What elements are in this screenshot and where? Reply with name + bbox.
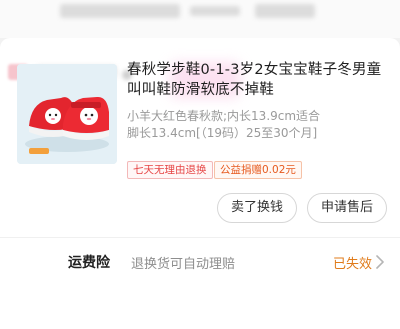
freight-insurance-description: 退换货可自动理赔 bbox=[131, 257, 236, 272]
divider bbox=[0, 237, 400, 238]
product-title[interactable]: 春秋学步鞋0-1-3岁2女宝宝鞋子冬男童叫叫鞋防滑软底不掉鞋 bbox=[127, 60, 389, 100]
blurred-header-text bbox=[60, 4, 180, 18]
return-policy-badge: 七天无理由退换 bbox=[127, 161, 213, 179]
blurred-header-text bbox=[255, 4, 315, 18]
product-thumbnail[interactable] bbox=[17, 64, 117, 164]
apply-aftersale-button[interactable]: 申请售后 bbox=[307, 193, 387, 223]
charity-badge: 公益捐赠0.02元 bbox=[214, 161, 302, 179]
sell-exchange-button[interactable]: 卖了换钱 bbox=[217, 193, 297, 223]
chevron-right-icon[interactable] bbox=[374, 254, 386, 270]
top-header-strip bbox=[0, 0, 400, 38]
freight-insurance-label: 运费险 bbox=[68, 255, 110, 271]
product-sku: 小羊大红色春秋款;内长13.9cm适合脚长13.4cm[（19码）25至30个月… bbox=[127, 109, 321, 140]
freight-insurance-status[interactable]: 已失效 bbox=[333, 253, 372, 272]
baby-shoe-image bbox=[17, 64, 117, 164]
blurred-header-text bbox=[190, 6, 240, 16]
